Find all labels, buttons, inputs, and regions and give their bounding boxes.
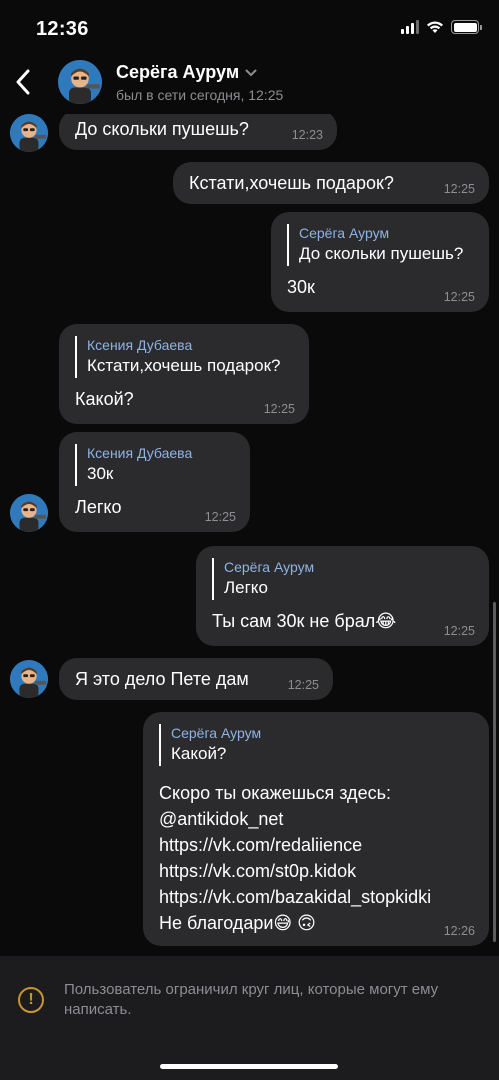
message-text: Ты сам 30к не брал😂: [212, 611, 397, 631]
message-bubble[interactable]: Ксения Дубаева Кстати,хочешь подарок? Ка…: [59, 324, 309, 424]
contact-status: был в сети сегодня, 12:25: [116, 87, 284, 103]
quote-author: Ксения Дубаева: [87, 337, 193, 353]
message-link[interactable]: https://vk.com/redaliience: [159, 832, 473, 858]
message-bubble[interactable]: До скольки пушешь? 12:23: [59, 114, 337, 150]
reply-quote[interactable]: Серёга Аурум Какой?: [159, 724, 473, 766]
quote-text: Легко: [224, 578, 268, 597]
message-text: До скольки пушешь?: [75, 119, 249, 139]
battery-icon: [451, 20, 482, 34]
message-time: 12:26: [443, 924, 475, 938]
chevron-down-icon[interactable]: [245, 69, 257, 77]
quote-author: Ксения Дубаева: [87, 445, 193, 461]
quote-author: Серёга Аурум: [299, 225, 390, 241]
restricted-notice-text: Пользователь ограничил круг лиц, которые…: [64, 981, 439, 1018]
message-text: Какой?: [75, 389, 134, 409]
message-time: 12:25: [204, 510, 236, 524]
quote-text: До скольки пушешь?: [299, 244, 464, 263]
message-text: Скоро ты окажешься здесь:: [159, 783, 391, 803]
sender-avatar[interactable]: [10, 114, 48, 152]
home-indicator[interactable]: [160, 1064, 338, 1069]
message-link[interactable]: https://vk.com/st0p.kidok: [159, 858, 473, 884]
laughing-emoji: 😂: [375, 611, 397, 631]
wifi-icon: [427, 21, 443, 33]
message-link[interactable]: @antikidok_net: [159, 806, 473, 832]
quote-text: 30к: [87, 464, 114, 483]
sender-avatar[interactable]: [10, 494, 48, 532]
back-button[interactable]: [8, 64, 38, 100]
reply-quote[interactable]: Ксения Дубаева 30к: [75, 444, 234, 486]
reply-quote[interactable]: Серёга Аурум Легко: [212, 558, 473, 600]
message-time: 12:25: [287, 678, 319, 692]
message-bubble[interactable]: Серёга Аурум Легко Ты сам 30к не брал😂 1…: [196, 546, 489, 646]
reply-quote[interactable]: Ксения Дубаева Кстати,хочешь подарок?: [75, 336, 293, 378]
signal-icon: [401, 20, 419, 34]
reply-quote[interactable]: Серёга Аурум До скольки пушешь?: [287, 224, 473, 266]
message-bubble[interactable]: Серёга Аурум До скольки пушешь? 30к 12:2…: [271, 212, 489, 312]
message-bubble[interactable]: Кстати,хочешь подарок? 12:25: [173, 162, 489, 204]
message-text: Я это дело Пете дам: [75, 669, 249, 689]
message-bubble[interactable]: Серёга Аурум Какой? Скоро ты окажешься з…: [143, 712, 489, 946]
message-text: Кстати,хочешь подарок?: [189, 173, 394, 193]
contact-name[interactable]: Серёга Аурум: [116, 62, 257, 83]
message-time: 12:25: [443, 182, 475, 196]
status-time: 12:36: [36, 18, 89, 40]
message-time: 12:23: [291, 128, 323, 142]
status-icons: [401, 20, 482, 34]
sender-avatar[interactable]: [10, 660, 48, 698]
quote-text: Какой?: [171, 744, 227, 763]
message-time: 12:25: [263, 402, 295, 416]
chat-header: Серёга Аурум был в сети сегодня, 12:25: [0, 52, 499, 114]
emoji-group: 😅 🙃: [273, 913, 316, 933]
message-bubble[interactable]: Ксения Дубаева 30к Легко 12:25: [59, 432, 250, 532]
message-bubble[interactable]: Я это дело Пете дам 12:25: [59, 658, 333, 700]
message-text: Не благодари😅 🙃: [159, 913, 316, 933]
message-time: 12:25: [443, 290, 475, 304]
status-bar: 12:36: [0, 0, 499, 52]
message-link[interactable]: https://vk.com/bazakidal_stopkidki: [159, 884, 473, 910]
restricted-notice-bar: ! Пользователь ограничил круг лиц, котор…: [0, 956, 499, 1080]
quote-author: Серёга Аурум: [224, 559, 315, 575]
scrollbar[interactable]: [493, 602, 496, 942]
warning-icon: !: [18, 987, 44, 1013]
message-list[interactable]: До скольки пушешь? 12:23 Кстати,хочешь п…: [0, 114, 499, 956]
quote-text: Кстати,хочешь подарок?: [87, 356, 281, 375]
quote-author: Серёга Аурум: [171, 725, 262, 741]
contact-name-label: Серёга Аурум: [116, 62, 240, 82]
message-time: 12:25: [443, 624, 475, 638]
contact-avatar[interactable]: [58, 60, 102, 104]
chevron-left-icon: [16, 69, 30, 95]
